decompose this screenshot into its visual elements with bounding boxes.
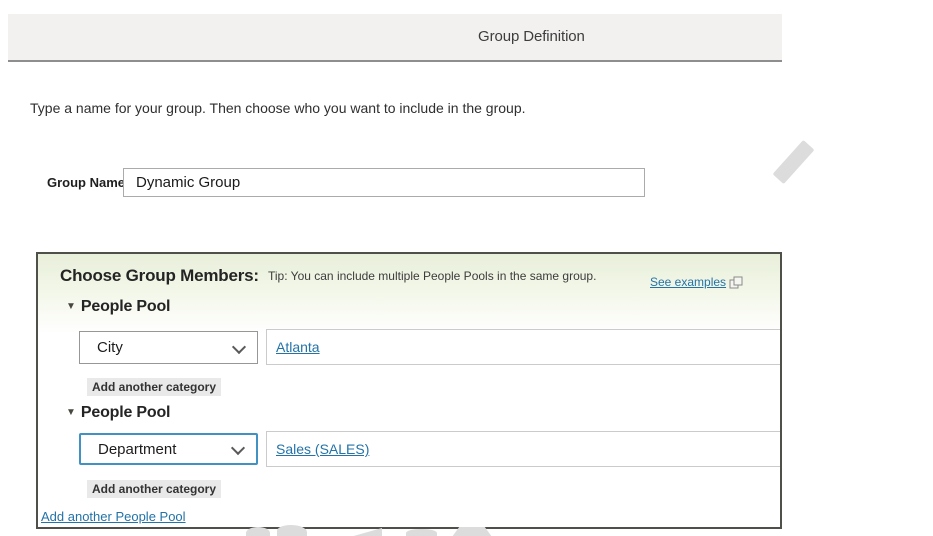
category-value-area: Sales (SALES)	[266, 431, 780, 467]
pool-value-link-sales[interactable]: Sales (SALES)	[276, 441, 369, 457]
triangle-down-icon[interactable]: ▼	[66, 302, 76, 312]
people-pool-title: People Pool	[81, 298, 170, 316]
page-header-bar: Group Definition	[8, 14, 782, 62]
category-dropdown-value: Department	[98, 441, 176, 458]
intro-text: Type a name for your group. Then choose …	[30, 100, 526, 116]
people-pool-2-header: ▼ People Pool	[66, 404, 170, 422]
group-name-input[interactable]	[123, 168, 645, 197]
see-examples: See examples	[650, 275, 743, 289]
chevron-down-icon	[232, 339, 246, 353]
category-dropdown-value: City	[97, 339, 123, 356]
open-new-window-icon	[729, 276, 743, 289]
add-another-category-link-2[interactable]: Add another category	[87, 480, 221, 498]
watermark-fragment	[277, 525, 307, 536]
group-name-label: Group Name:	[47, 175, 129, 190]
people-pool-1-header: ▼ People Pool	[66, 298, 170, 316]
add-another-people-pool-link[interactable]: Add another People Pool	[41, 509, 186, 524]
choose-group-members-panel: Choose Group Members: Tip: You can inclu…	[36, 252, 782, 529]
watermark-fragment	[246, 527, 270, 536]
triangle-down-icon[interactable]: ▼	[66, 408, 76, 418]
category-dropdown-city[interactable]: City	[79, 331, 258, 364]
watermark-fragment	[350, 528, 382, 536]
see-examples-link[interactable]: See examples	[650, 275, 726, 289]
panel-heading: Choose Group Members:	[60, 266, 259, 286]
page-title: Group Definition	[478, 14, 585, 60]
category-value-area: Atlanta	[266, 329, 780, 365]
category-dropdown-department[interactable]: Department	[79, 433, 258, 465]
people-pool-title: People Pool	[81, 404, 170, 422]
watermark-fragment	[406, 529, 437, 536]
group-definition-page: Group Definition Type a name for your gr…	[0, 0, 933, 536]
watermark-diagonal-stripe	[773, 140, 815, 184]
chevron-down-icon	[231, 441, 245, 455]
add-another-category-link-1[interactable]: Add another category	[87, 378, 221, 396]
panel-tip-text: Tip: You can include multiple People Poo…	[268, 269, 596, 283]
pool-value-link-atlanta[interactable]: Atlanta	[276, 339, 320, 355]
